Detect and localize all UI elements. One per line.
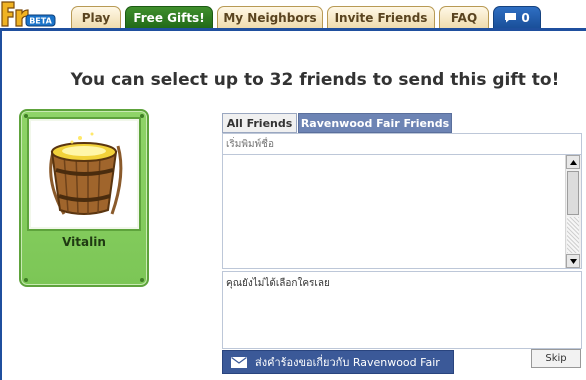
tab-my-neighbors[interactable]: My Neighbors: [217, 6, 323, 28]
card-rivet: [24, 278, 28, 282]
beta-badge: BETA: [29, 17, 52, 26]
page-border: [0, 30, 2, 380]
tab-all-friends-label: All Friends: [226, 116, 293, 130]
nav-divider: [0, 28, 586, 31]
selected-status-text: คุณยังไม่ได้เลือกใครเลย: [226, 278, 330, 289]
gift-name: Vitalin: [62, 235, 106, 249]
tab-all-friends[interactable]: All Friends: [222, 113, 297, 133]
selected-friends-box: คุณยังไม่ได้เลือกใครเลย: [222, 271, 582, 349]
friend-list[interactable]: [222, 155, 582, 269]
tab-free-gifts[interactable]: Free Gifts!: [125, 6, 213, 28]
tab-ravenwood-fair-friends-label: Ravenwood Fair Friends: [300, 116, 450, 130]
tab-invite-friends-label: Invite Friends: [334, 10, 428, 25]
scrollbar[interactable]: [565, 155, 581, 268]
skip-button[interactable]: Skip: [531, 349, 581, 368]
tab-faq[interactable]: FAQ: [439, 6, 489, 28]
tab-play-label: Play: [81, 10, 111, 25]
scroll-up-button[interactable]: [566, 155, 580, 169]
scroll-thumb[interactable]: [567, 171, 579, 215]
tab-free-gifts-label: Free Gifts!: [133, 10, 205, 25]
arrow-down-icon: [569, 258, 577, 264]
send-request-button[interactable]: ส่งคำร้องขอเกี่ยวกับ Ravenwood Fair: [222, 350, 454, 374]
message-count: 0: [521, 10, 530, 25]
gift-image-frame: [29, 119, 139, 229]
gift-card[interactable]: Vitalin: [19, 109, 149, 287]
tab-ravenwood-fair-friends[interactable]: Ravenwood Fair Friends: [298, 113, 452, 133]
wooden-bucket-icon: [49, 132, 123, 215]
tab-play[interactable]: Play: [71, 6, 121, 28]
tab-messages[interactable]: 0: [493, 6, 541, 28]
speech-bubble-icon: [505, 13, 517, 23]
tab-my-neighbors-label: My Neighbors: [223, 10, 317, 25]
card-rivet: [140, 114, 144, 118]
tab-invite-friends[interactable]: Invite Friends: [327, 6, 435, 28]
scroll-track[interactable]: [567, 217, 579, 253]
skip-label: Skip: [545, 353, 567, 364]
envelope-icon: [231, 356, 247, 368]
arrow-up-icon: [569, 159, 577, 165]
page-title: You can select up to 32 friends to send …: [70, 70, 560, 90]
card-rivet: [24, 114, 28, 118]
top-navigation: BETA Play Free Gifts! My Neighbors Invit…: [0, 0, 586, 30]
friend-search-input[interactable]: [222, 133, 582, 155]
game-logo[interactable]: BETA: [0, 0, 58, 28]
card-rivet: [140, 278, 144, 282]
scroll-down-button[interactable]: [566, 254, 580, 268]
tab-faq-label: FAQ: [450, 10, 478, 25]
send-request-label: ส่งคำร้องขอเกี่ยวกับ Ravenwood Fair: [255, 356, 440, 369]
